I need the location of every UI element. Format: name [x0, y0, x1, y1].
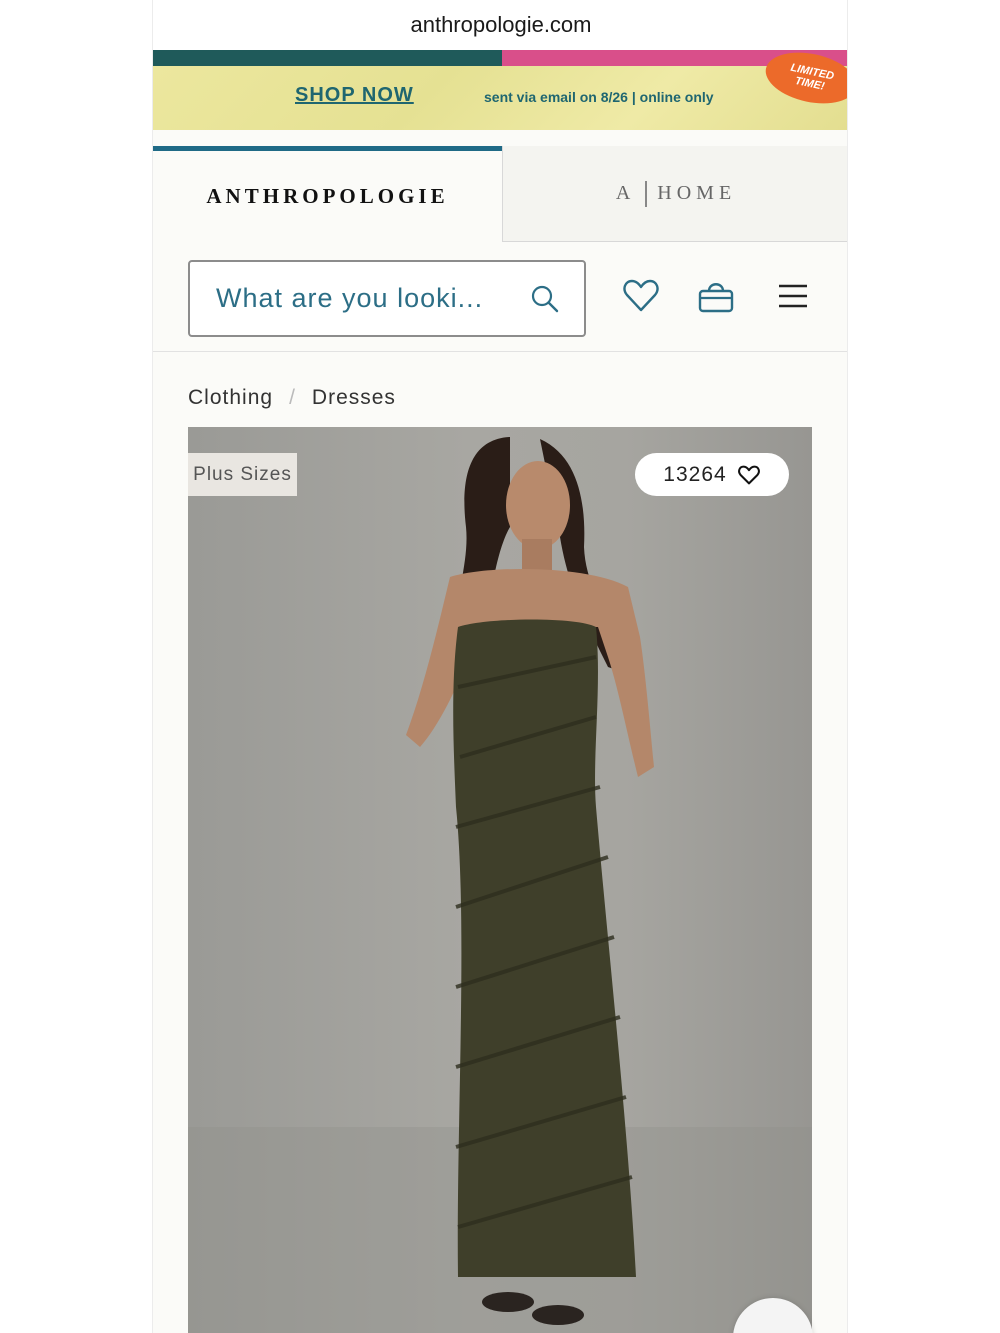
url-text: anthropologie.com	[410, 12, 592, 37]
shop-now-link[interactable]: SHOP NOW	[295, 84, 414, 107]
a-home-logo-a: A	[615, 182, 636, 204]
promo-stripe-teal	[153, 50, 502, 66]
promo-banner[interactable]: SHOP NOW sent via email on 8/26 | online…	[153, 50, 847, 130]
breadcrumb-dresses[interactable]: Dresses	[312, 386, 396, 409]
address-bar[interactable]: anthropologie.com	[153, 0, 847, 50]
promo-note: sent via email on 8/26 | online only	[484, 89, 714, 105]
plus-sizes-tag[interactable]: Plus Sizes	[188, 453, 297, 496]
search-icon[interactable]	[530, 284, 560, 314]
model-photo	[188, 437, 812, 1333]
browser-frame: anthropologie.com SHOP NOW sent via emai…	[152, 0, 848, 1333]
hamburger-menu-icon[interactable]	[773, 276, 813, 316]
logo-divider	[645, 180, 648, 207]
favorite-button[interactable]: 13264	[635, 453, 789, 496]
product-image[interactable]: Plus Sizes 13264	[188, 427, 812, 1333]
breadcrumb-separator: /	[289, 386, 296, 409]
heart-icon[interactable]	[621, 276, 661, 316]
search-input[interactable]: What are you looki...	[188, 260, 586, 337]
breadcrumb: Clothing / Dresses	[188, 386, 396, 410]
tab-a-home[interactable]: A HOME	[502, 146, 847, 242]
tab-anthropologie[interactable]: ANTHROPOLOGIE	[153, 146, 502, 242]
brand-tabs: ANTHROPOLOGIE A HOME	[153, 146, 847, 242]
anthropologie-logo: ANTHROPOLOGIE	[206, 184, 449, 208]
shopping-bag-icon[interactable]	[696, 276, 736, 316]
plus-sizes-label: Plus Sizes	[193, 463, 292, 485]
breadcrumb-clothing[interactable]: Clothing	[188, 386, 273, 409]
favorites-count: 13264	[663, 462, 727, 486]
a-home-logo-home: HOME	[657, 182, 737, 204]
header-toolbar: What are you looki...	[153, 242, 847, 352]
heart-outline-icon	[737, 465, 760, 484]
search-placeholder: What are you looki...	[216, 283, 484, 313]
